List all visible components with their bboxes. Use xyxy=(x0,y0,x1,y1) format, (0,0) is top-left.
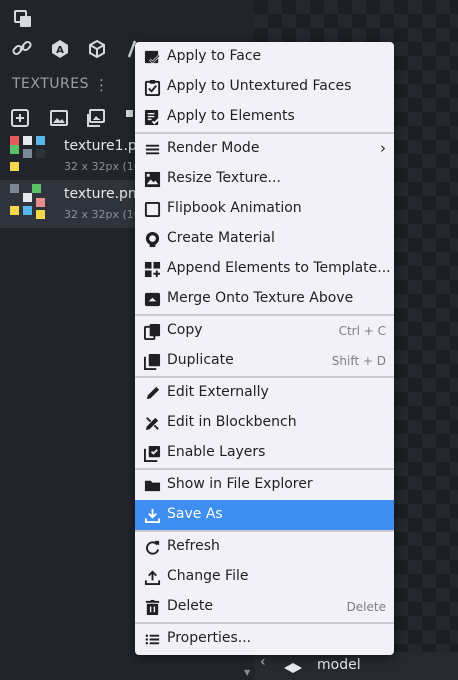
list-icon xyxy=(143,140,161,158)
menu-item-label: Copy xyxy=(167,322,203,338)
scroll-down-icon[interactable]: ▼ xyxy=(244,668,250,677)
list-check-icon xyxy=(143,108,161,126)
menu-item-save-as[interactable]: Save As xyxy=(135,500,394,530)
menu-item-create-material[interactable]: Create Material xyxy=(135,224,394,254)
menu-item-enable-layers[interactable]: Enable Layers xyxy=(135,438,394,468)
apply-face-icon xyxy=(143,48,161,66)
mode-label[interactable]: model xyxy=(317,657,361,673)
import-folder-icon[interactable] xyxy=(85,107,107,129)
menu-item-label: Append Elements to Template... xyxy=(167,260,391,276)
link-icon[interactable] xyxy=(11,37,33,59)
menu-item-properties[interactable]: Properties... xyxy=(135,624,394,654)
menu-item-label: Properties... xyxy=(167,630,252,646)
menu-item-edit-externally[interactable]: Edit Externally xyxy=(135,378,394,408)
merge-up-icon xyxy=(143,290,161,308)
chevron-right-icon: › xyxy=(380,139,386,157)
menu-item-merge-onto-above[interactable]: Merge Onto Texture Above xyxy=(135,284,394,314)
menu-item-label: Flipbook Animation xyxy=(167,200,302,216)
square-outline-icon xyxy=(143,200,161,218)
menu-item-apply-to-face[interactable]: Apply to Face xyxy=(135,42,394,72)
chevron-left-icon[interactable]: ‹ xyxy=(260,654,266,670)
menu-item-shortcut: Delete xyxy=(346,600,386,614)
menu-item-resize-texture[interactable]: Resize Texture... xyxy=(135,164,394,194)
auto-texture-icon[interactable]: A xyxy=(49,38,71,60)
folder-icon xyxy=(143,476,161,494)
resize-image-icon xyxy=(143,170,161,188)
menu-item-label: Merge Onto Texture Above xyxy=(167,290,354,306)
lightbulb-icon xyxy=(143,230,161,248)
menu-item-label: Apply to Elements xyxy=(167,108,295,124)
menu-item-label: Edit in Blockbench xyxy=(167,414,297,430)
texture-name: texture.png xyxy=(64,186,146,202)
menu-item-append-template[interactable]: Append Elements to Template... xyxy=(135,254,394,284)
menu-item-label: Render Mode xyxy=(167,140,260,156)
menu-item-label: Apply to Untextured Faces xyxy=(167,78,352,94)
menu-item-delete[interactable]: Delete Delete xyxy=(135,592,394,622)
texture-meta: 32 x 32px (16 xyxy=(64,208,141,221)
copy-icon xyxy=(143,322,161,340)
trash-icon xyxy=(143,598,161,616)
menu-item-duplicate[interactable]: Duplicate Shift + D xyxy=(135,346,394,376)
menu-item-refresh[interactable]: Refresh xyxy=(135,532,394,562)
menu-item-render-mode[interactable]: Render Mode › xyxy=(135,134,394,164)
list-icon xyxy=(143,630,161,648)
panel-title: TEXTURES xyxy=(12,76,90,92)
layers-check-icon xyxy=(143,444,161,462)
viewport-tab-bar: ‹ model xyxy=(254,652,458,680)
menu-item-change-file[interactable]: Change File xyxy=(135,562,394,592)
cube-icon[interactable] xyxy=(86,38,108,60)
upload-icon xyxy=(143,568,161,586)
menu-item-label: Delete xyxy=(167,598,213,614)
menu-item-copy[interactable]: Copy Ctrl + C xyxy=(135,316,394,346)
duplicate-icon xyxy=(143,352,161,370)
svg-text:A: A xyxy=(56,45,64,56)
menu-item-label: Apply to Face xyxy=(167,48,262,64)
add-texture-icon[interactable] xyxy=(9,107,31,129)
menu-item-flipbook[interactable]: Flipbook Animation xyxy=(135,194,394,224)
menu-item-label: Show in File Explorer xyxy=(167,476,313,492)
download-icon xyxy=(143,506,161,524)
texture-meta: 32 x 32px (16 xyxy=(64,160,141,173)
texture-thumbnail xyxy=(10,182,48,222)
texture-thumbnail xyxy=(10,134,48,174)
menu-item-label: Create Material xyxy=(167,230,275,246)
refresh-icon xyxy=(143,538,161,556)
brush-edit-icon xyxy=(143,414,161,432)
menu-item-label: Resize Texture... xyxy=(167,170,281,186)
menu-item-apply-untextured[interactable]: Apply to Untextured Faces xyxy=(135,72,394,102)
import-image-icon[interactable] xyxy=(48,107,70,129)
copy-icon[interactable] xyxy=(12,8,34,30)
pencil-icon xyxy=(143,384,161,402)
panel-menu-icon[interactable]: ⋮ xyxy=(94,76,109,94)
menu-item-show-in-explorer[interactable]: Show in File Explorer xyxy=(135,470,394,500)
menu-item-apply-elements[interactable]: Apply to Elements xyxy=(135,102,394,132)
model-mode-icon[interactable] xyxy=(282,660,304,674)
menu-item-label: Duplicate xyxy=(167,352,234,368)
menu-item-label: Save As xyxy=(167,506,223,522)
menu-item-label: Refresh xyxy=(167,538,220,554)
menu-item-label: Change File xyxy=(167,568,249,584)
texture-context-menu: Apply to Face Apply to Untextured Faces … xyxy=(135,42,394,655)
menu-item-shortcut: Ctrl + C xyxy=(338,324,386,338)
menu-item-shortcut: Shift + D xyxy=(331,354,386,368)
menu-item-label: Edit Externally xyxy=(167,384,269,400)
clipboard-check-icon xyxy=(143,78,161,96)
menu-item-label: Enable Layers xyxy=(167,444,266,460)
grid-plus-icon xyxy=(143,260,161,278)
menu-item-edit-in-blockbench[interactable]: Edit in Blockbench xyxy=(135,408,394,438)
